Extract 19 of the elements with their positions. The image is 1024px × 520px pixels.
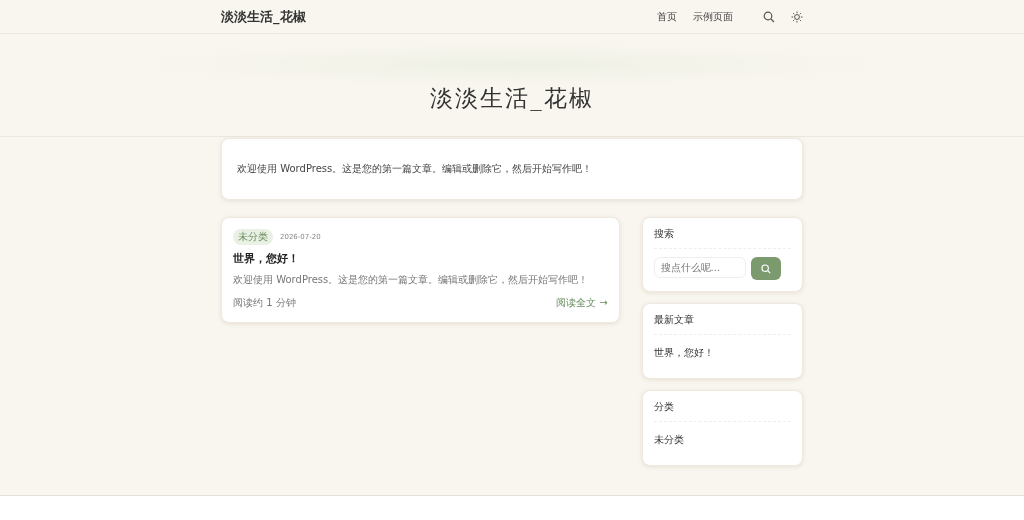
search-field[interactable]: 搜点什么呢... bbox=[653, 257, 746, 278]
nav-link[interactable]: 首页 bbox=[657, 9, 677, 24]
site-title-link[interactable]: 淡淡生活_花椒 bbox=[221, 7, 306, 26]
post-title[interactable]: 世界，您好！ bbox=[233, 251, 608, 266]
intro-text: 欢迎使用 WordPress。这是您的第一篇文章。编辑或删除它，然后开始写作吧！ bbox=[237, 162, 593, 176]
widget-title: 搜索 bbox=[653, 228, 791, 249]
search-button[interactable] bbox=[750, 257, 781, 280]
widget-link[interactable]: 世界，您好！ bbox=[653, 346, 791, 360]
nav-link[interactable]: 示例页面 bbox=[693, 9, 733, 24]
widget-title: 分类 bbox=[653, 401, 791, 422]
read-more-link[interactable]: 阅读全文 → bbox=[556, 296, 608, 310]
hero-title: 淡淡生活_花椒 bbox=[430, 83, 594, 113]
search-icon bbox=[760, 263, 771, 274]
read-time: 阅读约 1 分钟 bbox=[233, 296, 296, 310]
widget-title: 最新文章 bbox=[653, 314, 791, 335]
post-excerpt: 欢迎使用 WordPress。这是您的第一篇文章。编辑或删除它，然后开始写作吧！ bbox=[233, 273, 590, 287]
search-icon[interactable] bbox=[763, 10, 775, 23]
widget-link[interactable]: 未分类 bbox=[653, 433, 791, 447]
sun-icon[interactable] bbox=[791, 10, 803, 23]
